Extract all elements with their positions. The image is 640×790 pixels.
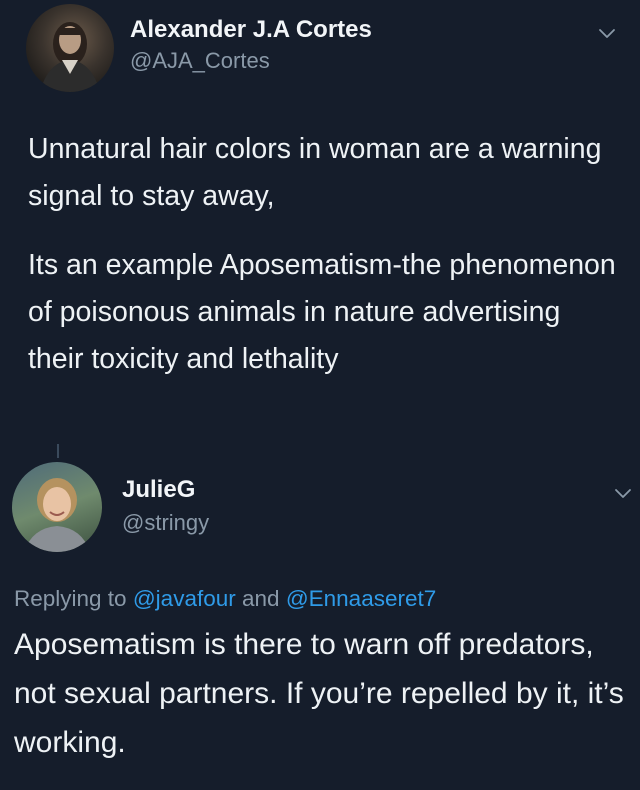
chevron-down-icon [599, 29, 615, 38]
author-handle[interactable]: @AJA_Cortes [130, 48, 270, 74]
author-handle[interactable]: @stringy [122, 510, 209, 536]
replying-prefix: Replying to [14, 586, 127, 611]
tweet-text-paragraph-1: Unnatural hair colors in woman are a war… [28, 133, 602, 212]
tweet-menu-button[interactable] [612, 482, 634, 504]
replying-joiner: and [242, 586, 280, 611]
mention-link-ennaaseret7[interactable]: @Ennaaseret7 [286, 586, 436, 611]
tweet-text-paragraph-2: Its an example Aposematism-the phenomeno… [28, 249, 616, 375]
author-avatar[interactable] [26, 4, 114, 92]
author-name[interactable]: Alexander J.A Cortes [130, 16, 372, 44]
original-tweet[interactable]: Alexander J.A Cortes @AJA_Cortes Unnatur… [0, 0, 640, 450]
man-long-hair-avatar-icon [40, 22, 100, 92]
replying-to-line: Replying to @javafour and @Ennaaseret7 [14, 586, 436, 612]
chevron-down-icon [615, 489, 631, 498]
mention-link-javafour[interactable]: @javafour [133, 586, 236, 611]
author-name[interactable]: JulieG [122, 476, 195, 504]
author-avatar[interactable] [12, 462, 102, 552]
tweet-menu-button[interactable] [596, 22, 618, 44]
reply-text: Aposematism is there to warn off predato… [14, 628, 624, 759]
reply-tweet[interactable]: JulieG @stringy Replying to @javafour an… [0, 450, 640, 790]
woman-smiling-avatar-icon [24, 478, 90, 552]
